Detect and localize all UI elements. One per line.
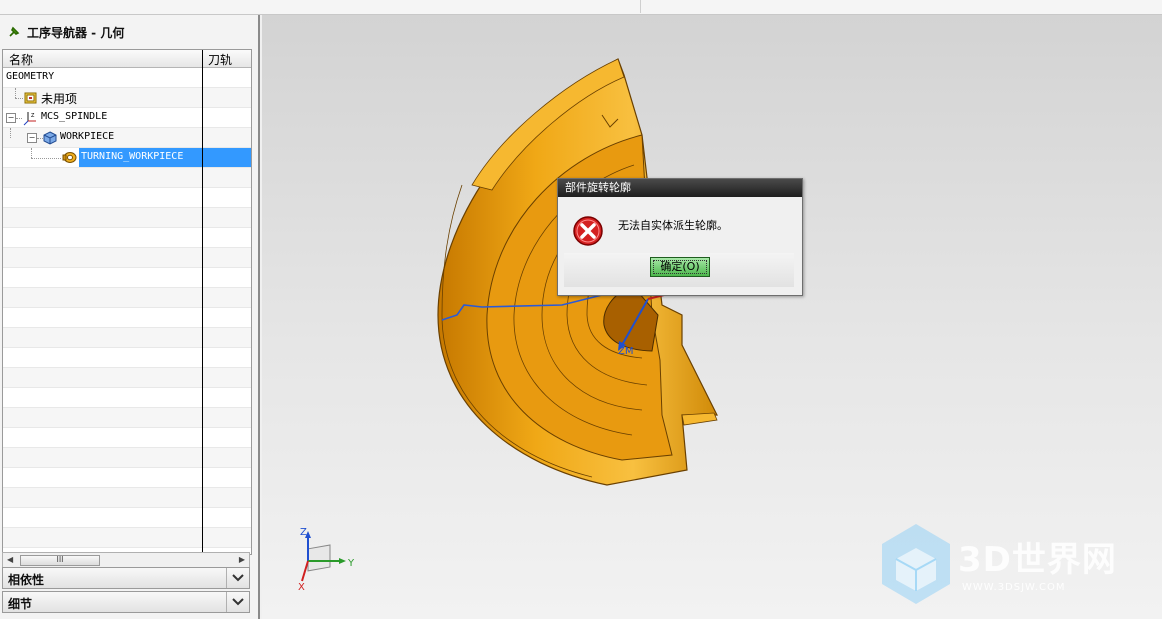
- tree-row-label: TURNING_WORKPIECE: [81, 151, 184, 162]
- tree-row-empty: [3, 268, 251, 288]
- tree-row-empty: [3, 388, 251, 408]
- tree-row-empty: [3, 448, 251, 468]
- dependencies-panel[interactable]: 相依性: [2, 567, 250, 589]
- operation-navigator: 工序导航器 - 几何 名称 刀轨 GEOMETRY 未用项 − Z MCS_SP: [0, 15, 260, 619]
- workpiece-cube-icon: [43, 131, 57, 145]
- tree-connector: [16, 118, 22, 119]
- tree-header: 名称 刀轨: [3, 50, 251, 68]
- watermark-url: WWW.3DSJW.COM: [962, 582, 1066, 593]
- navigator-title: 工序导航器 - 几何: [27, 25, 125, 40]
- tree-row-empty: [3, 428, 251, 448]
- tree-row-turning-workpiece[interactable]: TURNING_WORKPIECE: [3, 148, 251, 168]
- dependencies-panel-title: 相依性: [8, 573, 45, 587]
- tree-row-label: WORKPIECE: [60, 131, 115, 142]
- tree-row-empty: [3, 408, 251, 428]
- tree-connector: [10, 128, 11, 138]
- scroll-left-icon[interactable]: ◀: [7, 555, 13, 564]
- tree-row-mcs-spindle[interactable]: − Z MCS_SPINDLE: [3, 108, 251, 128]
- tree-row-empty: [3, 508, 251, 528]
- toolbar-separator: [640, 0, 641, 13]
- watermark: 3D世界网 WWW.3DSJW.COM: [878, 522, 1148, 612]
- dialog-title[interactable]: 部件旋转轮廓: [558, 179, 802, 197]
- navigator-pin-icon[interactable]: [7, 25, 21, 39]
- tree-row-empty: [3, 168, 251, 188]
- details-panel[interactable]: 细节: [2, 591, 250, 613]
- column-divider[interactable]: [202, 50, 203, 554]
- details-panel-title: 细节: [8, 597, 33, 611]
- tree-connector: [31, 158, 61, 159]
- tree-row-empty: [3, 188, 251, 208]
- view-triad[interactable]: Z Y X: [298, 527, 355, 593]
- tree-row-workpiece[interactable]: − WORKPIECE: [3, 128, 251, 148]
- collapse-icon[interactable]: −: [27, 133, 37, 143]
- dialog-message: 无法自实体派生轮廓。: [618, 219, 728, 232]
- tree-connector: [15, 98, 23, 99]
- tree-connector: [15, 88, 16, 98]
- tree-row-empty: [3, 468, 251, 488]
- triad-y-label: Y: [347, 558, 355, 569]
- triad-x-label: X: [298, 582, 305, 593]
- tree-row-label: MCS_SPINDLE: [41, 111, 108, 122]
- tree-row-label: 未用项: [41, 92, 78, 106]
- scroll-right-icon[interactable]: ▶: [239, 555, 245, 564]
- geometry-tree[interactable]: 名称 刀轨 GEOMETRY 未用项 − Z MCS_SPINDLE − WOR…: [2, 49, 252, 555]
- tree-row-empty: [3, 308, 251, 328]
- ok-button[interactable]: 确定(O): [650, 257, 710, 277]
- error-dialog: 部件旋转轮廓 无法自实体派生轮廓。 确定(O): [557, 178, 803, 296]
- tree-row-empty: [3, 368, 251, 388]
- navigator-header: 工序导航器 - 几何: [0, 15, 258, 49]
- mcs-csys-icon: Z: [23, 111, 36, 126]
- zm-axis-label: ZM: [618, 346, 633, 357]
- tree-row-empty: [3, 228, 251, 248]
- tree-row-empty: [3, 288, 251, 308]
- tree-row-empty: [3, 248, 251, 268]
- tree-connector: [31, 148, 32, 158]
- top-toolbar-strip: [0, 0, 1162, 15]
- triad-z-label: Z: [300, 527, 307, 538]
- tree-row-geometry[interactable]: GEOMETRY: [3, 68, 251, 88]
- chevron-down-icon[interactable]: [226, 568, 249, 588]
- selection-highlight: TURNING_WORKPIECE: [79, 148, 251, 167]
- tree-row-unused[interactable]: 未用项: [3, 88, 251, 108]
- scrollbar-thumb[interactable]: III: [20, 555, 100, 566]
- watermark-cube-logo: [882, 524, 950, 604]
- chevron-down-icon[interactable]: [226, 592, 249, 612]
- tree-row-empty: [3, 528, 251, 548]
- unused-items-icon: [24, 91, 37, 104]
- watermark-brand: 3D世界网: [958, 540, 1117, 580]
- column-toolpath-header[interactable]: 刀轨: [208, 51, 232, 68]
- column-name-header[interactable]: 名称: [9, 51, 33, 68]
- tree-row-empty: [3, 348, 251, 368]
- error-icon: [572, 215, 604, 247]
- tree-row-empty: [3, 488, 251, 508]
- tree-row-empty: [3, 328, 251, 348]
- tree-row-label: GEOMETRY: [6, 71, 55, 82]
- svg-text:Z: Z: [31, 113, 35, 119]
- turning-workpiece-icon: [62, 151, 77, 164]
- collapse-icon[interactable]: −: [6, 113, 16, 123]
- tree-row-empty: [3, 208, 251, 228]
